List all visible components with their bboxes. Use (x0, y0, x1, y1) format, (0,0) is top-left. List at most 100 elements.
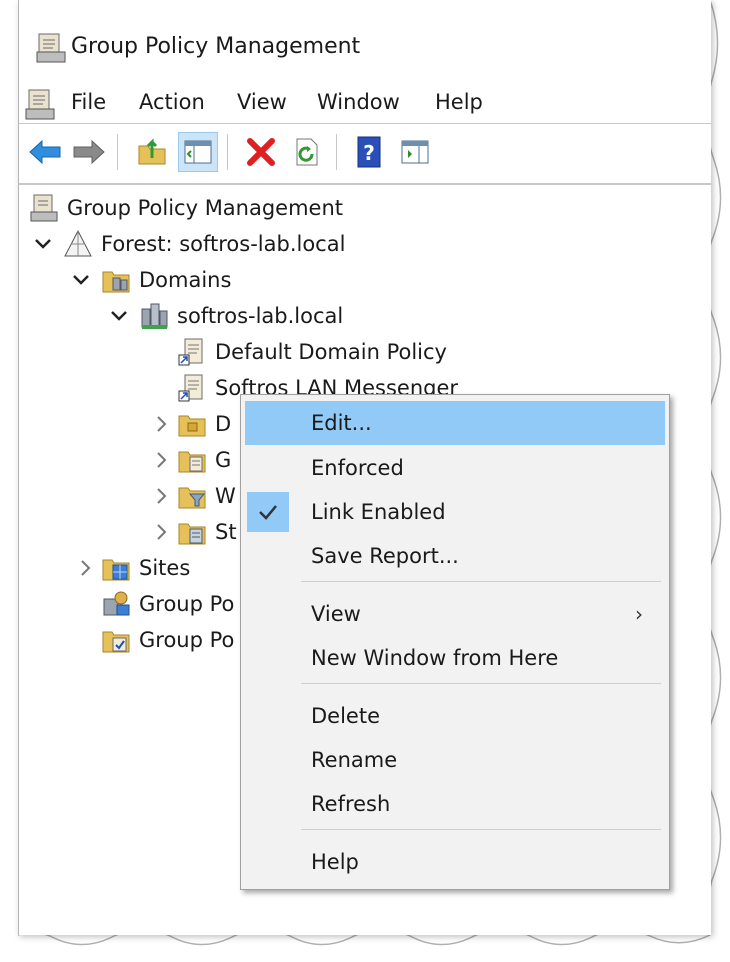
tree-label-default-domain-policy: Default Domain Policy (215, 340, 447, 364)
ou-folder-icon (178, 415, 206, 437)
menu-item-help-label: Help (311, 850, 359, 874)
menu-separator (301, 581, 661, 582)
gpo-folder-icon (178, 451, 206, 473)
menu-item-refresh-label: Refresh (311, 792, 391, 816)
menu-item-enforced[interactable]: Enforced (245, 446, 665, 490)
sites-folder-icon (102, 559, 130, 581)
toolbar-separator (336, 134, 337, 170)
system-menu-icon[interactable] (23, 87, 57, 121)
delete-button[interactable] (241, 132, 281, 172)
refresh-icon (296, 138, 318, 166)
tree-label-sites: Sites (139, 556, 191, 580)
menu-item-new-window-label: New Window from Here (311, 646, 559, 670)
chevron-right-icon[interactable] (155, 487, 167, 505)
chevron-down-icon[interactable] (110, 310, 128, 322)
chevron-right-icon[interactable] (155, 451, 167, 469)
tree-label-forest: Forest: softros-lab.local (101, 232, 346, 256)
tree-label-child-2: G (215, 448, 232, 472)
up-one-level-button[interactable] (132, 132, 172, 172)
back-button[interactable] (25, 132, 65, 172)
tree-node-child-4[interactable]: St (151, 515, 237, 549)
help-icon: ? (357, 136, 381, 168)
tree-node-child-3[interactable]: W (151, 479, 236, 513)
chevron-right-icon[interactable] (155, 523, 167, 541)
menu-item-refresh[interactable]: Refresh (245, 782, 665, 826)
menu-action[interactable]: Action (139, 90, 205, 114)
chevron-right-icon[interactable] (155, 415, 167, 433)
toolbar-separator (227, 134, 228, 170)
refresh-button[interactable] (287, 132, 327, 172)
menu-separator (301, 829, 661, 830)
tree-node-root[interactable]: Group Policy Management (29, 191, 343, 225)
up-folder-icon (138, 138, 166, 165)
domain-servers-icon (141, 303, 168, 329)
tree-label-child-3: W (215, 484, 236, 508)
menu-item-help[interactable]: Help (245, 840, 665, 884)
tree-label-domains: Domains (139, 268, 232, 292)
forest-triangle-icon (64, 229, 92, 257)
domains-folder-icon (102, 271, 130, 293)
chevron-down-icon[interactable] (72, 274, 90, 286)
menu-file[interactable]: File (71, 90, 106, 114)
help-button[interactable]: ? (349, 132, 389, 172)
menu-help[interactable]: Help (435, 90, 483, 114)
menu-item-enforced-label: Enforced (311, 456, 404, 480)
wmi-filter-folder-icon (178, 487, 206, 509)
menu-item-new-window[interactable]: New Window from Here (245, 636, 665, 680)
menu-view[interactable]: View (237, 90, 287, 114)
menu-item-view[interactable]: View › (245, 592, 665, 636)
tree-node-child-2[interactable]: G (151, 443, 231, 477)
chevron-right-icon[interactable] (79, 559, 91, 577)
tree-node-default-domain-policy[interactable]: Default Domain Policy (177, 335, 447, 369)
tree-node-sites[interactable]: Sites (75, 551, 190, 585)
menu-separator (301, 683, 661, 684)
title-bar: Group Policy Management (19, 0, 711, 84)
gpo-link-icon (178, 338, 203, 366)
tree-label-child-1: D (215, 412, 232, 436)
menu-bar: File Action View Window Help (19, 84, 711, 122)
back-arrow-icon (29, 139, 61, 165)
gp-results-icon (102, 631, 130, 653)
menu-item-edit[interactable]: Edit... (245, 401, 665, 445)
tree-label-child-4: St (215, 520, 237, 544)
menu-item-view-label: View (311, 602, 361, 626)
tree-node-group-policy-modeling[interactable]: Group Po (101, 587, 234, 621)
menu-item-delete-label: Delete (311, 704, 380, 728)
menu-item-delete[interactable]: Delete (245, 694, 665, 738)
chevron-down-icon[interactable] (34, 238, 52, 250)
menu-item-edit-label: Edit... (311, 411, 372, 435)
delete-x-icon (247, 138, 275, 166)
menu-item-save-report-label: Save Report... (311, 544, 459, 568)
menu-item-link-enabled-label: Link Enabled (311, 500, 446, 524)
show-hide-console-tree-button[interactable] (178, 132, 218, 172)
tree-node-domain[interactable]: softros-lab.local (109, 299, 343, 333)
forward-button[interactable] (69, 132, 109, 172)
starter-gpo-folder-icon (178, 523, 206, 545)
tree-label-group-2: Group Po (139, 628, 235, 652)
action-pane-icon (401, 140, 429, 164)
menu-window[interactable]: Window (317, 90, 400, 114)
gpo-link-icon (178, 374, 203, 402)
toolbar: ? (19, 123, 711, 174)
show-hide-tree-icon (184, 140, 212, 164)
tree-node-child-1[interactable]: D (151, 407, 231, 441)
show-hide-action-pane-button[interactable] (395, 132, 435, 172)
menu-item-link-enabled[interactable]: Link Enabled (245, 490, 665, 534)
tree-node-group-policy-results[interactable]: Group Po (101, 623, 234, 657)
checkmark-icon (247, 492, 289, 532)
tree-label-root: Group Policy Management (67, 196, 344, 220)
menu-item-save-report[interactable]: Save Report... (245, 534, 665, 578)
tree-node-forest[interactable]: Forest: softros-lab.local (33, 227, 345, 261)
forward-arrow-icon (73, 139, 105, 165)
tree-label-domain: softros-lab.local (177, 304, 344, 328)
menu-item-rename[interactable]: Rename (245, 738, 665, 782)
menu-item-rename-label: Rename (311, 748, 398, 772)
submenu-arrow-icon: › (635, 602, 643, 626)
gpm-app-icon (36, 33, 66, 63)
toolbar-separator (117, 134, 118, 170)
tree-node-domains[interactable]: Domains (71, 263, 231, 297)
gp-modeling-icon (103, 591, 130, 616)
svg-text:?: ? (363, 141, 375, 165)
gpm-root-icon (30, 194, 58, 222)
context-menu: Edit... Enforced Link Enabled Save Repor… (240, 394, 670, 890)
